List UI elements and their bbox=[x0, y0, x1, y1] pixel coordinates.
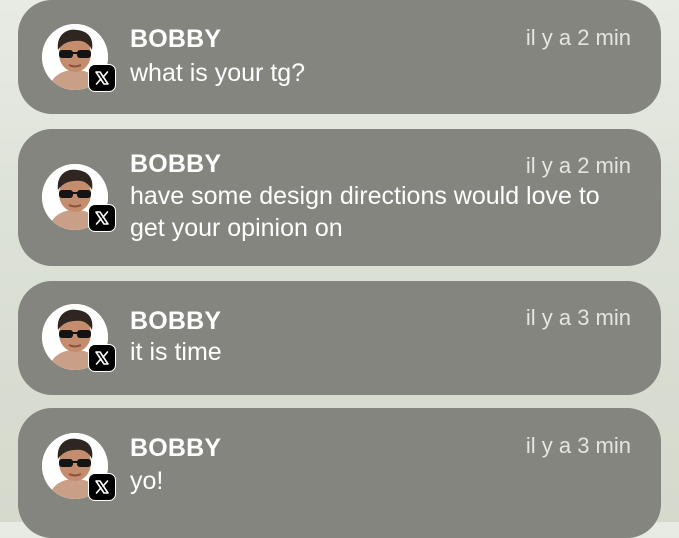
timestamp: il y a 2 min bbox=[525, 153, 631, 178]
x-logo-icon bbox=[88, 344, 116, 372]
x-logo-icon bbox=[88, 64, 116, 92]
timestamp: il y a 3 min bbox=[525, 305, 631, 330]
notification-card[interactable]: BOBBY il y a 3 min yo! bbox=[18, 408, 661, 538]
x-logo-icon bbox=[88, 204, 116, 232]
message-text: yo! bbox=[130, 467, 164, 495]
notification-card[interactable]: BOBBY il y a 2 min have some design dire… bbox=[18, 129, 661, 266]
message-text: it is time bbox=[130, 338, 222, 366]
x-logo-icon bbox=[88, 473, 116, 501]
sender-name: BOBBY bbox=[130, 434, 222, 462]
avatar bbox=[42, 304, 116, 372]
sender-name: BOBBY bbox=[130, 25, 222, 53]
sender-name: BOBBY bbox=[130, 150, 222, 178]
timestamp: il y a 3 min bbox=[525, 433, 631, 458]
timestamp: il y a 2 min bbox=[525, 25, 631, 50]
message-text: what is your tg? bbox=[130, 59, 306, 87]
sender-name: BOBBY bbox=[130, 307, 222, 335]
avatar bbox=[42, 24, 116, 92]
avatar bbox=[42, 433, 116, 501]
avatar bbox=[42, 164, 116, 232]
message-text: have some design directions would love t… bbox=[130, 182, 600, 242]
notification-card[interactable]: BOBBY il y a 2 min what is your tg? bbox=[18, 0, 661, 114]
notification-card[interactable]: BOBBY il y a 3 min it is time bbox=[18, 281, 661, 395]
